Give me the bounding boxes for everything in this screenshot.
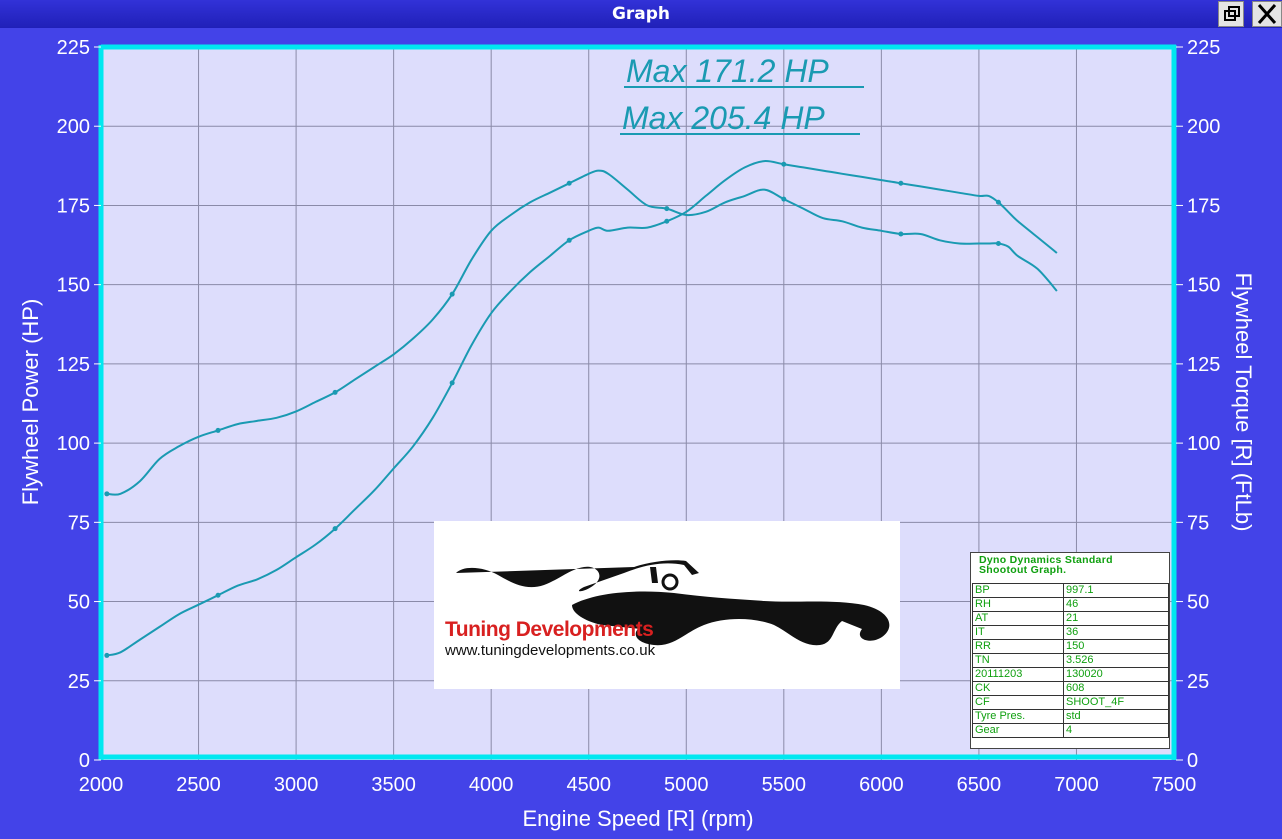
x-axis-label: Engine Speed [R] (rpm): [522, 806, 753, 831]
info-table-grid: BP 997.1 RH 46 AT 21 IT 36 RR 150 TN 3.526 201…: [972, 583, 1169, 738]
y-right-tick-label: 200: [1187, 116, 1220, 138]
table-row: AT 21: [972, 611, 1169, 626]
info-value: 36: [1063, 625, 1169, 640]
y-right-tick-label: 25: [1187, 671, 1209, 693]
table-row: TN 3.526: [972, 653, 1169, 668]
y-tick-label: 50: [68, 592, 90, 614]
y-right-tick-label: 150: [1187, 275, 1220, 297]
info-value: 997.1: [1063, 583, 1169, 598]
info-key: TN: [972, 653, 1064, 668]
x-tick-label: 4500: [566, 774, 611, 796]
y-tick-labels: 0 25 50 75 100 125 150 175 200 225: [57, 37, 101, 772]
curve-marker: [898, 180, 904, 186]
curve-marker: [215, 592, 221, 598]
table-row: Gear 4: [972, 723, 1169, 738]
x-tick-label: 2500: [176, 774, 221, 796]
dyno-info-table: Dyno Dynamics Standard Shootout Graph. B…: [970, 552, 1170, 749]
curve-marker: [332, 389, 338, 395]
curve-marker: [215, 427, 221, 433]
curve-marker: [664, 218, 670, 224]
curve-marker: [898, 231, 904, 237]
y-axis-label: Flywheel Power (HP): [18, 299, 43, 506]
x-tick-label: 5000: [664, 774, 709, 796]
info-key: BP: [972, 583, 1064, 598]
y-tick-label: 125: [57, 354, 90, 376]
info-value: 21: [1063, 611, 1169, 626]
info-key: CF: [972, 695, 1064, 710]
info-table-title: Dyno Dynamics Standard Shootout Graph.: [971, 553, 1169, 583]
x-tick-labels: 2000 2500 3000 3500 4000 4500 5000 5500 6000 6500…: [79, 774, 1197, 796]
x-tick-label: 4000: [469, 774, 514, 796]
y-right-tick-label: 0: [1187, 750, 1198, 772]
info-key: Gear: [972, 723, 1064, 738]
info-value: 4: [1063, 723, 1169, 738]
x-tick-label: 7500: [1152, 774, 1197, 796]
table-row: 20111203 130020: [972, 667, 1169, 682]
y-tick-label: 100: [57, 433, 90, 455]
info-value: std: [1063, 709, 1169, 724]
info-title-line2: Shootout Graph.: [979, 564, 1067, 576]
curve-marker: [995, 199, 1001, 205]
y-right-tick-label: 225: [1187, 37, 1220, 59]
x-tick-label: 2000: [79, 774, 124, 796]
x-tick-label: 7000: [1054, 774, 1099, 796]
info-key: 20111203: [972, 667, 1064, 682]
y-right-tick-labels: 0 25 50 75 100 125 150 175 200 225: [1176, 37, 1220, 772]
curve-marker: [781, 161, 787, 167]
table-row: RR 150: [972, 639, 1169, 654]
curve-marker: [566, 180, 572, 186]
table-row: BP 997.1: [972, 583, 1169, 598]
race-car-logo-graphic: [456, 560, 890, 646]
logo-brand-text: Tuning Developments: [445, 618, 654, 641]
curve-marker: [332, 526, 338, 532]
y-right-tick-label: 50: [1187, 592, 1209, 614]
info-value: SHOOT_4F: [1063, 695, 1169, 710]
info-key: CK: [972, 681, 1064, 696]
y-tick-label: 150: [57, 275, 90, 297]
info-key: RR: [972, 639, 1064, 654]
y-tick-label: 0: [79, 750, 90, 772]
info-value: 130020: [1063, 667, 1169, 682]
curve-marker: [995, 240, 1001, 246]
y-right-tick-label: 175: [1187, 195, 1220, 217]
curve-marker: [449, 380, 455, 386]
table-row: CK 608: [972, 681, 1169, 696]
info-value: 3.526: [1063, 653, 1169, 668]
y-right-tick-label: 125: [1187, 354, 1220, 376]
curve-marker: [664, 206, 670, 212]
y-tick-label: 75: [68, 512, 90, 534]
company-logo: Tuning Developments www.tuningdevelopmen…: [434, 521, 900, 689]
info-value: 150: [1063, 639, 1169, 654]
y-tick-label: 25: [68, 671, 90, 693]
y-tick-label: 200: [57, 116, 90, 138]
max-torque-annotation: Max 205.4 HP: [622, 100, 825, 136]
info-value: 608: [1063, 681, 1169, 696]
table-row: Tyre Pres. std: [972, 709, 1169, 724]
y-right-tick-label: 100: [1187, 433, 1220, 455]
info-key: RH: [972, 597, 1064, 612]
x-tick-label: 3000: [274, 774, 319, 796]
table-row: RH 46: [972, 597, 1169, 612]
info-key: IT: [972, 625, 1064, 640]
y-tick-label: 175: [57, 195, 90, 217]
curve-marker: [781, 196, 787, 202]
y-right-tick-label: 75: [1187, 512, 1209, 534]
table-row: CF SHOOT_4F: [972, 695, 1169, 710]
max-power-annotation: Max 171.2 HP: [626, 53, 829, 89]
x-tick-label: 6000: [859, 774, 904, 796]
x-tick-label: 3500: [371, 774, 416, 796]
curve-marker: [104, 491, 110, 497]
table-row: IT 36: [972, 625, 1169, 640]
x-tick-label: 6500: [957, 774, 1002, 796]
curve-marker: [566, 237, 572, 243]
x-tick-label: 5500: [762, 774, 807, 796]
logo-url-text: www.tuningdevelopments.co.uk: [445, 642, 656, 659]
curve-marker: [104, 652, 110, 658]
info-key: Tyre Pres.: [972, 709, 1064, 724]
y-tick-label: 225: [57, 37, 90, 59]
y-right-axis-label: Flywheel Torque [R] (FtLb): [1231, 273, 1256, 532]
info-key: AT: [972, 611, 1064, 626]
curve-marker: [449, 291, 455, 297]
info-value: 46: [1063, 597, 1169, 612]
